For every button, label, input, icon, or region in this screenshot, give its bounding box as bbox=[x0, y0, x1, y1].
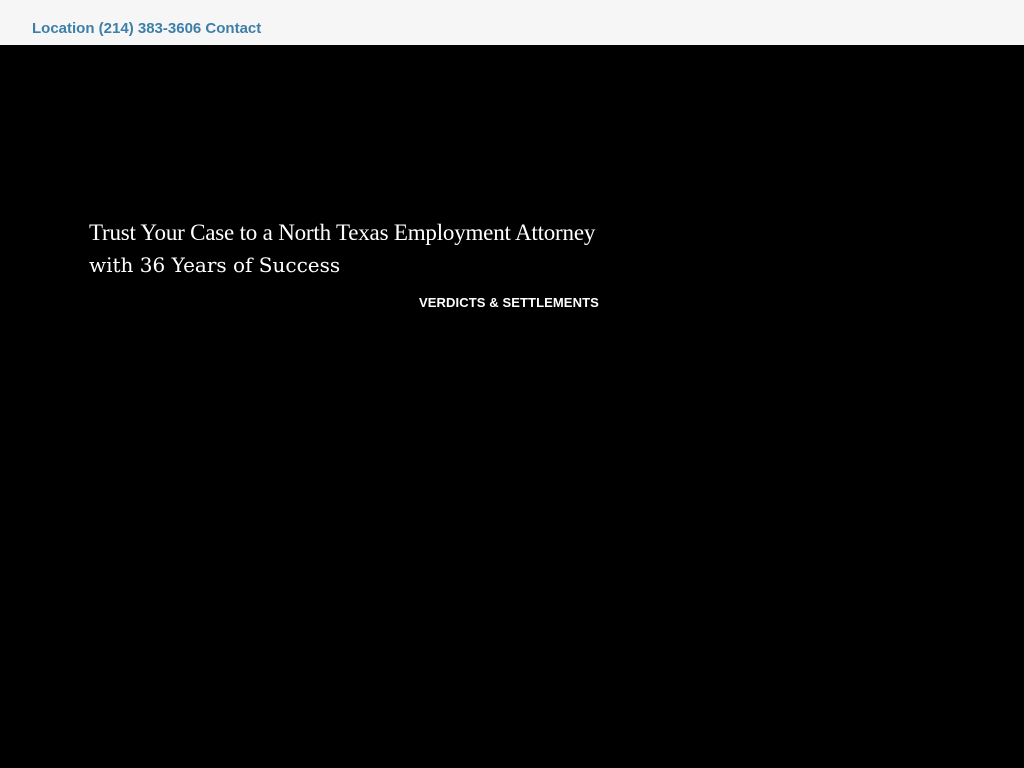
location-link[interactable]: Location bbox=[32, 20, 95, 37]
verdicts-settlements-link[interactable]: VERDICTS & SETTLEMENTS bbox=[419, 295, 599, 310]
hero-headline-line-2: with 36 Years of Success bbox=[89, 253, 341, 277]
contact-link[interactable]: Contact bbox=[205, 20, 261, 37]
hero-headline: Trust Your Case to a North Texas Employm… bbox=[89, 217, 649, 281]
phone-link[interactable]: (214) 383-3606 bbox=[99, 20, 202, 37]
top-bar: Location (214) 383-3606 Contact bbox=[0, 0, 1024, 45]
hero-section: Trust Your Case to a North Texas Employm… bbox=[0, 45, 1024, 768]
top-bar-links: Location (214) 383-3606 Contact bbox=[32, 19, 261, 39]
hero-headline-line-1: Trust Your Case to a North Texas Employm… bbox=[89, 220, 596, 245]
